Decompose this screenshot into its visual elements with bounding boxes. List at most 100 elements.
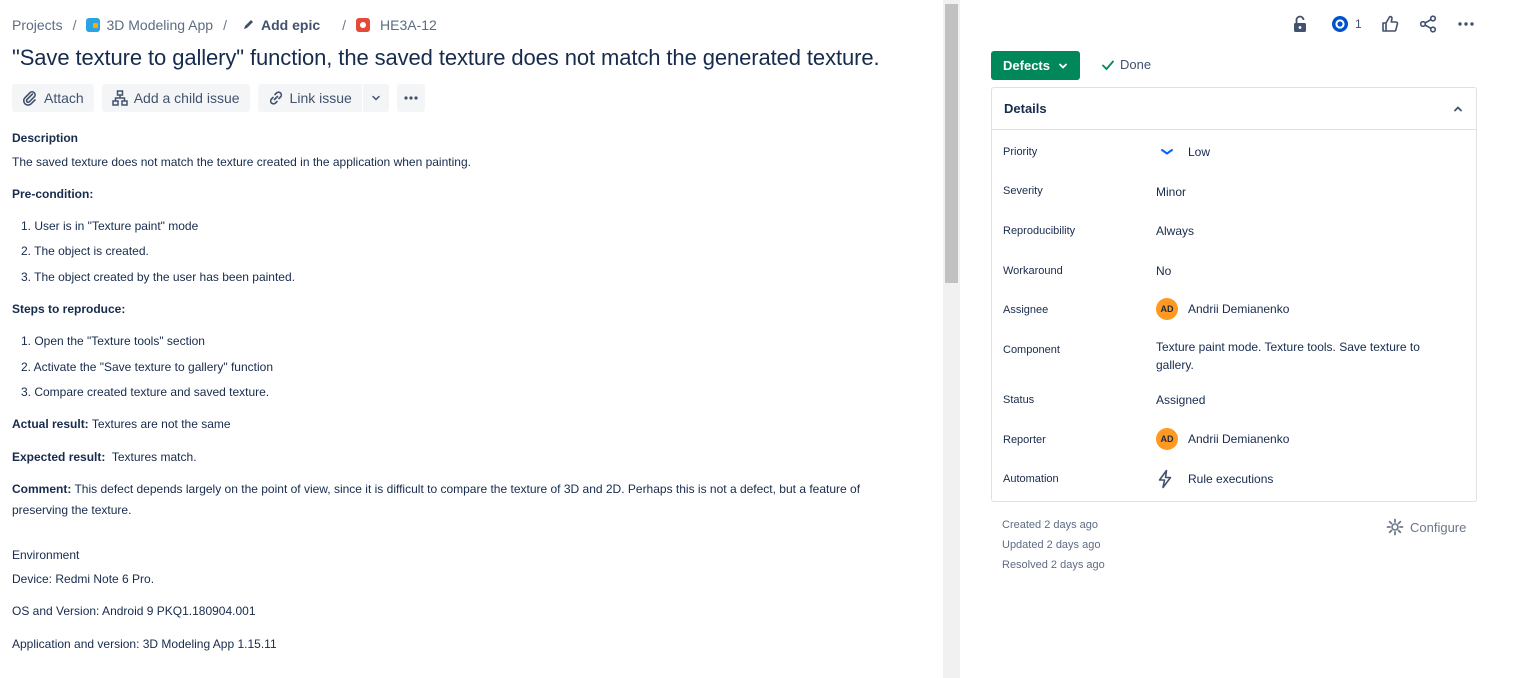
environment-os: OS and Version: Android 9 PKQ1.180904.00… [12, 604, 256, 618]
environment-application: Application and version: 3D Modeling App… [12, 637, 277, 651]
environment-heading: Environment [12, 548, 80, 562]
priority-label: Priority [1003, 146, 1038, 158]
bug-icon [356, 18, 371, 32]
comment-text: This defect depends largely on the point… [74, 482, 861, 496]
chevron-down-icon [372, 95, 380, 101]
breadcrumb: Projects / 3D Modeling App / Add epic / … [12, 16, 437, 34]
issue-header-actions: 1 [1290, 14, 1476, 34]
add-child-issue-label: Add a child issue [133, 90, 240, 106]
check-icon [1102, 60, 1114, 70]
avatar: AD [1156, 428, 1178, 450]
assignee-name: Andrii Demianenko [1188, 302, 1290, 316]
project-avatar-icon [86, 18, 101, 32]
component-value[interactable]: Texture paint mode. Texture tools. Save … [1156, 338, 1446, 374]
configure-label: Configure [1410, 519, 1467, 535]
chevron-down-icon [1059, 63, 1067, 69]
lightning-bolt-icon [1158, 469, 1172, 489]
breadcrumb-project-label[interactable]: 3D Modeling App [106, 17, 213, 33]
main-scrollbar-thumb[interactable] [945, 4, 958, 283]
issue-key[interactable]: HE3A-12 [380, 17, 437, 33]
list-item: 2. The object is created. [21, 244, 149, 258]
gear-icon [1386, 518, 1404, 536]
paperclip-icon [22, 91, 36, 106]
workaround-label: Workaround [1003, 265, 1063, 277]
assignee-value[interactable]: AD Andrii Demianenko [1156, 298, 1289, 320]
issue-toolbar: Attach Add a child issue Link issue [12, 84, 425, 112]
link-issue-label: Link issue [289, 90, 352, 106]
status-label: Status [1003, 394, 1035, 406]
assignee-label: Assignee [1003, 304, 1049, 316]
status-transition-button[interactable]: Defects [991, 51, 1080, 80]
expected-result-text: Textures match. [111, 450, 197, 464]
issue-title[interactable]: "Save texture to gallery" function, the … [12, 45, 880, 71]
attach-label: Attach [44, 90, 84, 106]
add-epic-link[interactable]: Add epic [243, 17, 320, 33]
thumbs-up-icon [1381, 15, 1398, 32]
reporter-value[interactable]: AD Andrii Demianenko [1156, 428, 1289, 450]
link-issue-button[interactable]: Link issue [257, 84, 362, 112]
reproducibility-label: Reproducibility [1003, 225, 1076, 237]
breadcrumb-issue[interactable]: HE3A-12 [356, 17, 437, 33]
unlock-button[interactable] [1290, 14, 1310, 34]
list-item: 2. Activate the "Save texture to gallery… [21, 360, 273, 374]
avatar: AD [1156, 298, 1178, 320]
description-text: The saved texture does not match the tex… [12, 155, 471, 169]
description-heading: Description [12, 131, 79, 145]
reporter-label: Reporter [1003, 434, 1046, 446]
automation-value[interactable]: Rule executions [1156, 469, 1273, 489]
issue-main-pane: Projects / 3D Modeling App / Add epic / … [0, 0, 943, 678]
list-item: 3. Compare created texture and saved tex… [21, 385, 270, 399]
details-panel: Details Priority Low Severity Minor Repr… [991, 87, 1477, 502]
comment-text-continued: preserving the texture. [12, 503, 132, 517]
breadcrumb-separator: / [342, 17, 347, 33]
more-options-button[interactable] [1456, 14, 1476, 34]
share-button[interactable] [1418, 14, 1438, 34]
status-transition-label: Defects [1003, 58, 1050, 73]
list-item: 1. Open the "Texture tools" section [21, 334, 205, 348]
expected-result: Expected result: Textures match. [12, 450, 197, 464]
list-item: 1. User is in "Texture paint" mode [21, 219, 199, 233]
actual-result-label: Actual result: [12, 417, 89, 431]
pencil-icon [243, 18, 255, 33]
add-epic-label[interactable]: Add epic [261, 17, 320, 33]
eye-icon [1332, 16, 1348, 32]
actual-result-text: Textures are not the same [91, 417, 231, 431]
priority-text: Low [1188, 145, 1211, 159]
precondition-heading: Pre-condition: [12, 187, 94, 201]
breadcrumb-project[interactable]: 3D Modeling App [86, 17, 213, 33]
actual-result: Actual result: Textures are not the same [12, 417, 231, 431]
severity-label: Severity [1003, 185, 1043, 197]
attach-button[interactable]: Attach [12, 84, 94, 112]
breadcrumb-projects[interactable]: Projects [12, 17, 63, 33]
automation-label: Automation [1003, 473, 1059, 485]
unlock-icon [1294, 15, 1306, 32]
chevron-up-icon[interactable] [1452, 103, 1464, 115]
watch-count[interactable]: 1 [1355, 17, 1362, 31]
environment-device: Device: Redmi Note 6 Pro. [12, 572, 155, 586]
add-child-issue-button[interactable]: Add a child issue [101, 84, 250, 112]
priority-low-icon [1161, 149, 1173, 155]
breadcrumb-separator: / [72, 17, 77, 33]
configure-button[interactable]: Configure [1386, 518, 1466, 536]
priority-value[interactable]: Low [1160, 145, 1210, 159]
like-button[interactable] [1380, 14, 1400, 34]
breadcrumb-projects-label[interactable]: Projects [12, 17, 63, 33]
component-label: Component [1003, 344, 1060, 356]
workaround-value[interactable]: No [1156, 264, 1171, 278]
more-actions-button[interactable] [396, 84, 425, 112]
reporter-name: Andrii Demianenko [1188, 432, 1290, 446]
comment: Comment: This defect depends largely on … [12, 482, 860, 496]
status-value[interactable]: Assigned [1156, 393, 1205, 407]
severity-value[interactable]: Minor [1156, 185, 1186, 199]
list-item: 3. The object created by the user has be… [21, 270, 295, 284]
share-icon [1419, 15, 1436, 33]
reproducibility-value[interactable]: Always [1156, 224, 1194, 238]
watch-button[interactable] [1330, 14, 1350, 34]
link-icon [269, 91, 282, 105]
resolved-date: Resolved 2 days ago [1002, 559, 1105, 571]
more-icon [1457, 22, 1474, 26]
details-header[interactable]: Details [992, 88, 1476, 130]
updated-date: Updated 2 days ago [1002, 539, 1101, 551]
breadcrumb-separator: / [223, 17, 227, 33]
link-issue-dropdown[interactable] [362, 84, 389, 112]
